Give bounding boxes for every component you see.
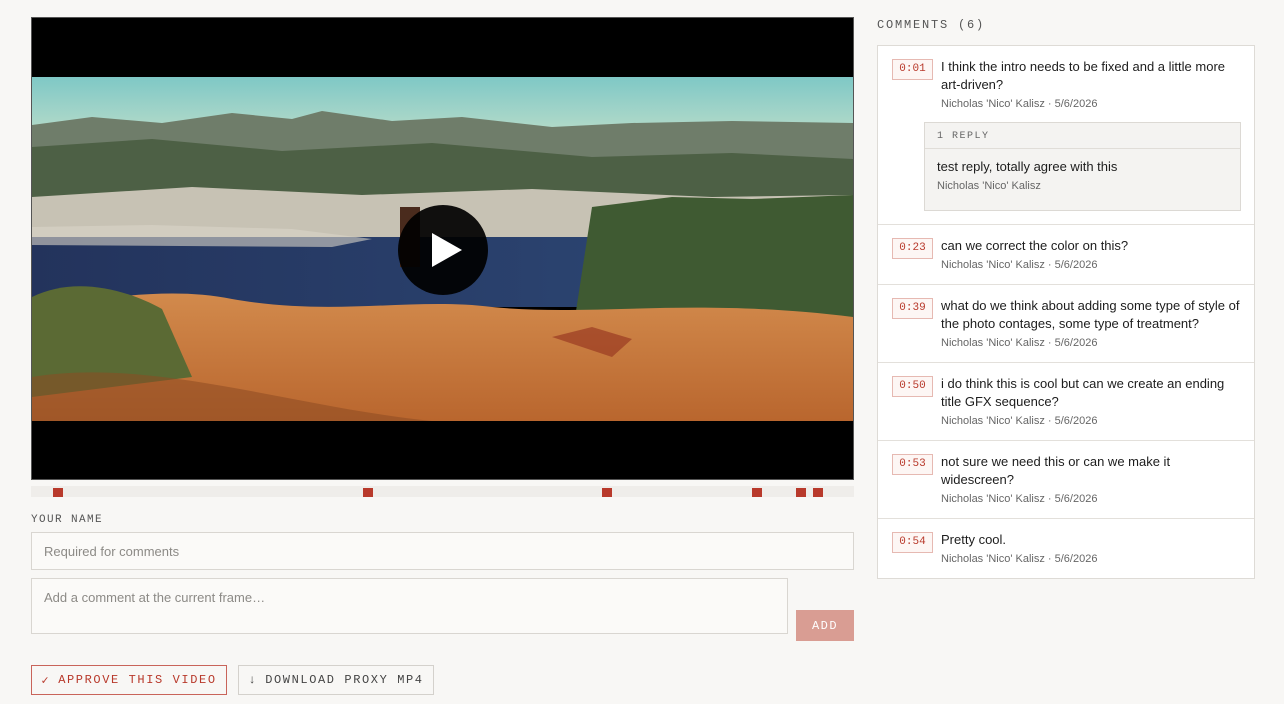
- comment-meta: Nicholas 'Nico' Kalisz · 5/6/2026: [941, 415, 1098, 427]
- comment-item[interactable]: 0:53 not sure we need this or can we mak…: [878, 441, 1254, 519]
- comment-text: can we correct the color on this?: [941, 238, 1129, 253]
- comment-timestamp[interactable]: 0:53: [892, 454, 933, 475]
- comment-timestamp[interactable]: 0:23: [892, 238, 933, 259]
- approve-video-button[interactable]: ✓ APPROVE THIS VIDEO: [31, 665, 227, 695]
- comment-marker[interactable]: [53, 488, 63, 497]
- download-label: DOWNLOAD PROXY MP4: [265, 673, 424, 687]
- comment-marker[interactable]: [752, 488, 762, 497]
- play-button[interactable]: [398, 205, 488, 295]
- download-icon: ↓: [248, 673, 258, 687]
- comment-meta: Nicholas 'Nico' Kalisz · 5/6/2026: [941, 259, 1098, 271]
- video-player[interactable]: [31, 17, 854, 480]
- comment-item[interactable]: 0:39 what do we think about adding some …: [878, 285, 1254, 363]
- comment-timestamp[interactable]: 0:54: [892, 532, 933, 553]
- comment-meta: Nicholas 'Nico' Kalisz · 5/6/2026: [941, 98, 1098, 110]
- reply-text: test reply, totally agree with this: [937, 159, 1118, 174]
- check-icon: ✓: [41, 673, 51, 688]
- timeline-scrubber[interactable]: [31, 486, 854, 497]
- comment-timestamp[interactable]: 0:01: [892, 59, 933, 80]
- comment-meta: Nicholas 'Nico' Kalisz · 5/6/2026: [941, 493, 1098, 505]
- comment-item[interactable]: 0:54 Pretty cool. Nicholas 'Nico' Kalisz…: [878, 519, 1254, 578]
- comment-text: what do we think about adding some type …: [941, 298, 1240, 331]
- comment-input[interactable]: [31, 578, 788, 634]
- comment-marker[interactable]: [363, 488, 373, 497]
- comment-text: i do think this is cool but can we creat…: [941, 376, 1225, 409]
- comment-marker[interactable]: [602, 488, 612, 497]
- comment-item[interactable]: 0:50 i do think this is cool but can we …: [878, 363, 1254, 441]
- comments-list: 0:01 I think the intro needs to be fixed…: [877, 45, 1255, 579]
- replies-header: 1 REPLY: [925, 123, 1240, 149]
- reply-item: test reply, totally agree with this Nich…: [925, 149, 1240, 210]
- comment-meta: Nicholas 'Nico' Kalisz · 5/6/2026: [941, 553, 1098, 565]
- name-input[interactable]: [31, 532, 854, 570]
- add-comment-button[interactable]: ADD: [796, 610, 854, 641]
- reply-author: Nicholas 'Nico' Kalisz: [937, 180, 1041, 192]
- comment-text: I think the intro needs to be fixed and …: [941, 59, 1226, 92]
- comment-text: Pretty cool.: [941, 532, 1007, 547]
- comments-header: COMMENTS (6): [877, 18, 986, 32]
- approve-label: APPROVE THIS VIDEO: [58, 673, 217, 687]
- comment-timestamp[interactable]: 0:50: [892, 376, 933, 397]
- comment-marker[interactable]: [813, 488, 823, 497]
- comment-marker[interactable]: [796, 488, 806, 497]
- comment-meta: Nicholas 'Nico' Kalisz · 5/6/2026: [941, 337, 1098, 349]
- download-proxy-button[interactable]: ↓ DOWNLOAD PROXY MP4: [238, 665, 434, 695]
- comment-item[interactable]: 0:23 can we correct the color on this? N…: [878, 225, 1254, 285]
- comment-text: not sure we need this or can we make it …: [941, 454, 1171, 487]
- name-label: YOUR NAME: [31, 514, 104, 526]
- comment-timestamp[interactable]: 0:39: [892, 298, 933, 319]
- replies-box: 1 REPLY test reply, totally agree with t…: [924, 122, 1241, 211]
- comment-item[interactable]: 0:01 I think the intro needs to be fixed…: [878, 46, 1254, 225]
